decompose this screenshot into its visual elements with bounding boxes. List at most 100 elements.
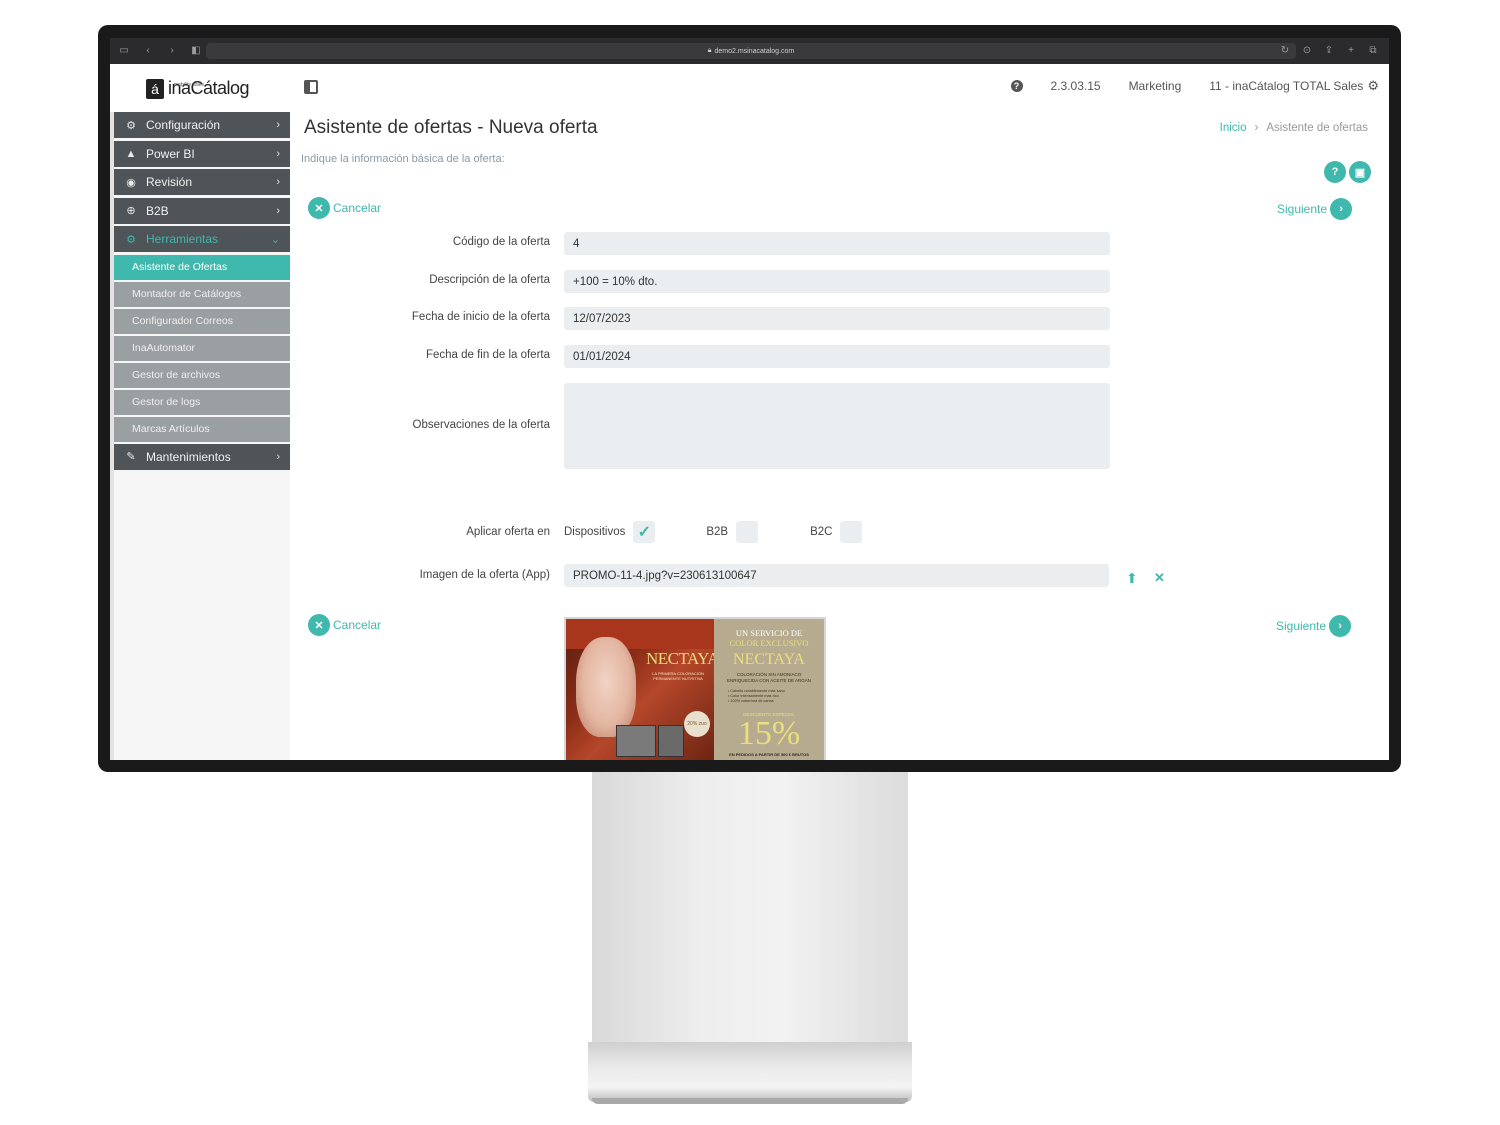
sidebar-item-label: B2B [146, 203, 169, 218]
globe-icon: ⊕ [126, 205, 136, 217]
sidebar-item-label: Mantenimientos [146, 449, 231, 464]
sidebar-subitem-inaautomator[interactable]: InaAutomator [114, 335, 290, 361]
notes-textarea[interactable] [564, 383, 1110, 469]
promo-line-2: COLOR EXCLUSIVO [729, 638, 809, 648]
promo-left-panel: NECTAYA LA PRIMERA COLORACIÓN PERMANENTE… [566, 619, 714, 760]
sidebar-subitem-gestor-logs[interactable]: Gestor de logs [114, 389, 290, 415]
checkbox-b2c[interactable] [840, 521, 863, 543]
checkmark-icon: ✓ [637, 524, 652, 541]
gears-icon: ⚙ [126, 233, 136, 246]
upload-icon[interactable]: ⬆ [1126, 570, 1138, 587]
promo-percentage: 15% [737, 715, 801, 752]
breadcrumb: Inicio › Asistente de ofertas [1220, 122, 1368, 134]
help-icons: ? ▣ [1324, 161, 1371, 183]
monitor-stand-neck [592, 770, 908, 1045]
sidebar-subitem-asistente-ofertas[interactable]: Asistente de Ofertas [114, 254, 290, 280]
sidebar-icon[interactable]: ▭ [118, 44, 130, 56]
sidebar-item-revision[interactable]: ◉ Revisión › [114, 169, 290, 195]
app-header: á inaCátalog mobility sales ? 2.3.03.15 … [110, 64, 1389, 112]
video-icon[interactable]: ▣ [1349, 161, 1371, 183]
sidebar-item-label: Revisión [146, 175, 193, 189]
promo-small-text: COLORACIÓN SIN AMONIACO ENRIQUECIDA CON … [726, 672, 812, 683]
checkbox-label-b2b: B2B [706, 526, 729, 538]
download-icon[interactable]: ⊙ [1301, 44, 1313, 56]
next-button-top[interactable]: Siguiente › [1277, 198, 1353, 220]
cancel-label: Cancelar [333, 201, 382, 215]
logo-mark: á [146, 78, 164, 99]
sidebar-item-label: Configuración [146, 118, 221, 132]
image-input[interactable]: PROMO-11-4.jpg?v=230613100647 [564, 564, 1109, 587]
sidebar-subitem-montador-catalogos[interactable]: Montador de Catálogos [114, 281, 290, 307]
end-date-input[interactable]: 01/01/2024 [564, 345, 1110, 368]
code-label: Código de la oferta [452, 236, 550, 248]
sidebar-item-herramientas[interactable]: ⚙ Herramientas ⌄ [114, 226, 290, 252]
start-date-input[interactable]: 12/07/2023 [564, 307, 1110, 330]
breadcrumb-separator-icon: › [1254, 122, 1259, 134]
sidebar-item-label: Herramientas [146, 232, 219, 246]
sidebar-item-power-bi[interactable]: ▲ Power BI › [114, 140, 290, 167]
share-icon[interactable]: ⇪ [1323, 44, 1335, 56]
code-input[interactable]: 4 [564, 232, 1110, 255]
checkbox-b2b[interactable] [736, 521, 759, 543]
chevron-right-circle-icon: › [1330, 198, 1353, 220]
sidebar-item-mantenimientos[interactable]: ✎ Mantenimientos › [114, 443, 290, 470]
chevron-right-circle-icon: › [1329, 615, 1352, 637]
promo-brand-right: NECTAYA [733, 651, 805, 668]
breadcrumb-home[interactable]: Inicio [1220, 122, 1247, 134]
chevron-right-icon: › [276, 119, 280, 131]
cancel-button-bottom[interactable]: ✕ Cancelar [308, 614, 381, 636]
promo-face [576, 637, 636, 737]
tabs-overview-icon[interactable]: ⧉ [1367, 44, 1379, 56]
next-label: Siguiente [1276, 619, 1327, 633]
reload-icon[interactable]: ↻ [1279, 44, 1291, 56]
sidebar-item-configuracion[interactable]: ⚙ Configuración › [114, 112, 290, 138]
checkbox-dispositivos[interactable]: ✓ [633, 521, 656, 543]
company-selector[interactable]: 11 - inaCátalog TOTAL Sales ⚙ [1209, 78, 1379, 94]
start-date-label: Fecha de inicio de la oferta [411, 311, 550, 323]
sidebar-subitem-marcas-articulos[interactable]: Marcas Artículos [114, 416, 290, 442]
promo-hair-thumb-2 [658, 725, 684, 757]
remove-icon[interactable]: ✕ [1154, 570, 1165, 586]
apply-label: Aplicar oferta en [466, 526, 550, 538]
next-button-bottom[interactable]: Siguiente › [1276, 615, 1352, 637]
breadcrumb-current: Asistente de ofertas [1266, 122, 1368, 134]
extension-icon[interactable]: ◧ [190, 44, 202, 56]
sidebar-collapse-icon[interactable] [304, 80, 318, 94]
address-bar-url: demo2.msinacatalog.com [714, 47, 795, 55]
cancel-label: Cancelar [333, 618, 382, 632]
help-circle-icon[interactable]: ? [1324, 161, 1346, 183]
header-right: ? 2.3.03.15 Marketing 11 - inaCátalog TO… [1010, 78, 1379, 94]
sidebar: ⚙ Configuración › ▲ Power BI › ◉ Revisió… [110, 112, 290, 760]
monitor-scene: ▭ ‹ › ◧ ◐ 🔒︎ demo2.msinacatalog.com ↻ ⊙ … [0, 0, 1500, 1125]
back-icon[interactable]: ‹ [142, 44, 154, 56]
description-input[interactable]: +100 = 10% dto. [564, 270, 1110, 293]
sidebar-item-b2b[interactable]: ⊕ B2B › [114, 197, 290, 224]
checkbox-label-b2c: B2C [810, 526, 833, 538]
address-bar[interactable]: 🔒︎ demo2.msinacatalog.com [206, 43, 1296, 59]
gear-icon[interactable]: ⚙ [1367, 78, 1379, 93]
cancel-button-top[interactable]: ✕ Cancelar [308, 197, 381, 219]
promo-footer: EN PEDIDOS A PARTIR DE 500 € BRUTOS [729, 752, 809, 757]
page-title: Asistente de ofertas - Nueva oferta [304, 117, 598, 138]
apply-checkboxes: Dispositivos ✓ B2B B2C [564, 521, 863, 543]
monitor-stand-shadow [592, 1098, 908, 1104]
promo-badge: 20% zuo [684, 711, 710, 737]
sidebar-subitem-gestor-archivos[interactable]: Gestor de archivos [114, 362, 290, 388]
chevron-right-icon: › [276, 450, 280, 463]
question-circle-icon[interactable]: ? [1010, 80, 1023, 92]
close-circle-icon: ✕ [308, 197, 330, 219]
sidebar-subitem-configurador-correos[interactable]: Configurador Correos [114, 308, 290, 334]
browser-toolbar: ▭ ‹ › ◧ ◐ 🔒︎ demo2.msinacatalog.com ↻ ⊙ … [110, 38, 1389, 64]
promo-line-1: UN SERVICIO DE [735, 628, 803, 638]
role-label[interactable]: Marketing [1129, 79, 1182, 93]
forward-icon[interactable]: › [166, 44, 178, 56]
monitor-stand-base [588, 1042, 912, 1102]
new-tab-icon[interactable]: + [1345, 44, 1357, 56]
offer-image-preview: NECTAYA LA PRIMERA COLORACIÓN PERMANENTE… [564, 617, 826, 760]
eye-icon: ◉ [126, 176, 136, 189]
notes-label: Observaciones de la oferta [412, 419, 550, 431]
screen: ▭ ‹ › ◧ ◐ 🔒︎ demo2.msinacatalog.com ↻ ⊙ … [110, 38, 1389, 760]
browser-right-controls: ↻ ⊙ ⇪ + ⧉ [1279, 44, 1379, 56]
triangle-icon: ▲ [125, 147, 137, 160]
company-label: 11 - inaCátalog TOTAL Sales [1209, 79, 1364, 93]
